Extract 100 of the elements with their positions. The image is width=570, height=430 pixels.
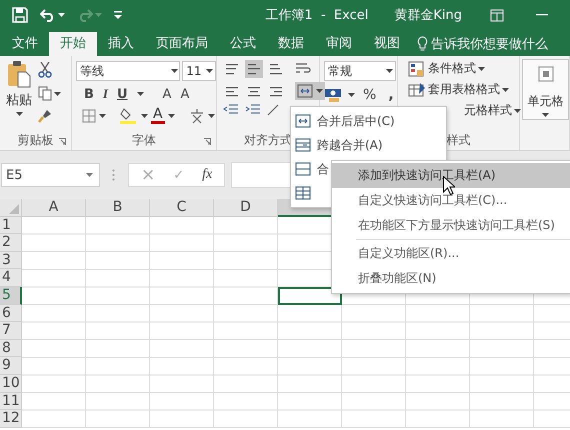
row-header[interactable]: 11	[0, 392, 22, 410]
dialog-launcher-icon[interactable]	[204, 138, 211, 145]
row-header[interactable]: 8	[0, 340, 22, 358]
column-header[interactable]: C	[150, 199, 214, 217]
conditional-formatting-icon[interactable]	[408, 60, 426, 76]
caret-icon[interactable]	[86, 173, 93, 177]
copy-icon[interactable]	[38, 86, 52, 101]
row-header[interactable]: 4	[0, 269, 22, 287]
merge-cells-icon	[297, 84, 313, 98]
column-header[interactable]: D	[214, 199, 278, 217]
save-icon[interactable]	[12, 7, 28, 23]
ribbon-tab[interactable]: 数据	[267, 32, 315, 56]
menu-item[interactable]: 自定义快速访问工具栏(C)...	[332, 188, 570, 213]
ribbon-tab[interactable]: 插入	[97, 32, 145, 56]
row-header[interactable]: 2	[0, 234, 22, 252]
comma-button[interactable]: ,	[388, 87, 394, 103]
caret-icon[interactable]	[54, 92, 61, 96]
group-label: 剪贴板	[18, 132, 54, 148]
unmerge-cells-icon[interactable]	[295, 186, 311, 200]
align-left-icon[interactable]	[225, 85, 239, 97]
menu-item[interactable]: 折叠功能区(N)	[332, 266, 570, 291]
selected-cell[interactable]	[278, 286, 342, 305]
caret-icon[interactable]	[514, 108, 521, 112]
merge-center-icon[interactable]	[295, 114, 311, 128]
ribbon-tab[interactable]: 开始	[49, 32, 97, 56]
row-header[interactable]: 10	[0, 374, 22, 393]
undo-icon[interactable]	[40, 8, 56, 22]
caret-icon[interactable]	[348, 93, 355, 97]
ribbon-display-icon[interactable]	[490, 8, 504, 22]
caret-icon[interactable]	[316, 89, 323, 93]
fill-color-icon[interactable]	[120, 107, 138, 124]
caret-icon[interactable]	[542, 113, 549, 117]
ribbon-tab[interactable]: 审阅	[315, 32, 363, 56]
percent-button[interactable]: %	[363, 87, 376, 103]
menu-item[interactable]: 在功能区下方显示快速访问工具栏(S)	[332, 213, 570, 238]
tell-me-field[interactable]: 告诉我你想要做什么	[431, 35, 548, 53]
minimize-icon[interactable]	[536, 14, 548, 16]
caret-icon[interactable]	[141, 114, 148, 118]
style-command[interactable]: 套用表格格式	[428, 81, 500, 98]
ribbon-tab[interactable]: 视图	[363, 32, 411, 56]
menu-item[interactable]: 自定义功能区(R)...	[332, 241, 570, 266]
row-header[interactable]: 3	[0, 252, 22, 270]
caret-icon[interactable]	[502, 88, 509, 92]
customize-toolbar-icon[interactable]	[114, 11, 122, 19]
insert-function-button[interactable]: fx	[202, 167, 212, 183]
menu-item[interactable]: 合	[317, 160, 329, 178]
ribbon-tab[interactable]: 文件	[1, 32, 49, 56]
underline-button[interactable]: U	[116, 86, 128, 102]
caret-icon[interactable]	[136, 92, 144, 96]
text-orientation-icon[interactable]	[267, 104, 279, 116]
row-header[interactable]: 9	[0, 357, 22, 375]
currency-icon[interactable]	[324, 88, 344, 102]
row-header[interactable]: 1	[0, 216, 22, 234]
name-box[interactable]: E5	[1, 163, 100, 187]
row-header[interactable]: 12	[0, 410, 22, 428]
caret-icon[interactable]	[478, 66, 485, 70]
lightbulb-icon[interactable]	[417, 36, 428, 52]
group-label: 字体	[132, 132, 156, 148]
merge-across-icon[interactable]	[295, 138, 311, 152]
vertical-align-button[interactable]	[245, 60, 263, 78]
style-command[interactable]: 条件格式	[428, 60, 476, 77]
dialog-launcher-icon[interactable]	[59, 138, 66, 145]
decrease-indent-icon[interactable]	[223, 104, 239, 116]
merge-button[interactable]	[295, 82, 325, 100]
align-top-icon	[225, 63, 239, 75]
column-header[interactable]: B	[86, 199, 150, 217]
paste-button[interactable]: 粘贴	[6, 60, 32, 116]
caret-icon[interactable]	[99, 114, 106, 118]
cells-icon	[538, 66, 554, 82]
format-painter-icon[interactable]	[38, 109, 52, 123]
ribbon-tab[interactable]: 公式	[219, 32, 267, 56]
row-header[interactable]: 7	[0, 322, 22, 340]
grip-icon	[112, 169, 115, 181]
caret-icon[interactable]	[16, 112, 22, 116]
shrink-font-button[interactable]: A	[180, 86, 190, 102]
align-center-icon[interactable]	[247, 85, 261, 97]
caret-icon[interactable]	[58, 13, 65, 17]
style-command[interactable]: 元格样式	[464, 102, 512, 119]
cut-icon[interactable]	[38, 62, 52, 78]
font-color-button[interactable]: A	[151, 108, 165, 124]
user-name[interactable]: 黄群金King	[394, 6, 462, 24]
caret-icon[interactable]	[208, 114, 215, 118]
italic-button[interactable]: I	[102, 86, 108, 102]
phonetic-guide-icon[interactable]	[188, 108, 205, 124]
row-header[interactable]: 6	[0, 304, 22, 322]
bold-button[interactable]: B	[84, 86, 94, 102]
merge-cells-icon[interactable]	[295, 162, 311, 176]
increase-indent-icon[interactable]	[245, 104, 261, 116]
column-header[interactable]: A	[22, 199, 86, 217]
ribbon-tab[interactable]: 页面布局	[145, 32, 219, 56]
row-header[interactable]: 5	[0, 286, 22, 305]
align-bottom-icon	[269, 63, 283, 75]
menu-item[interactable]: 合并后居中(C)	[317, 112, 395, 130]
table-format-icon[interactable]	[408, 82, 426, 98]
menu-item[interactable]: 跨越合并(A)	[317, 136, 383, 154]
caret-icon[interactable]	[168, 114, 175, 118]
window-title: 工作簿1 - Excel	[265, 7, 368, 24]
cells-button[interactable]: 单元格	[522, 59, 569, 120]
grow-font-button[interactable]: A	[162, 86, 172, 102]
align-right-icon[interactable]	[269, 85, 283, 97]
